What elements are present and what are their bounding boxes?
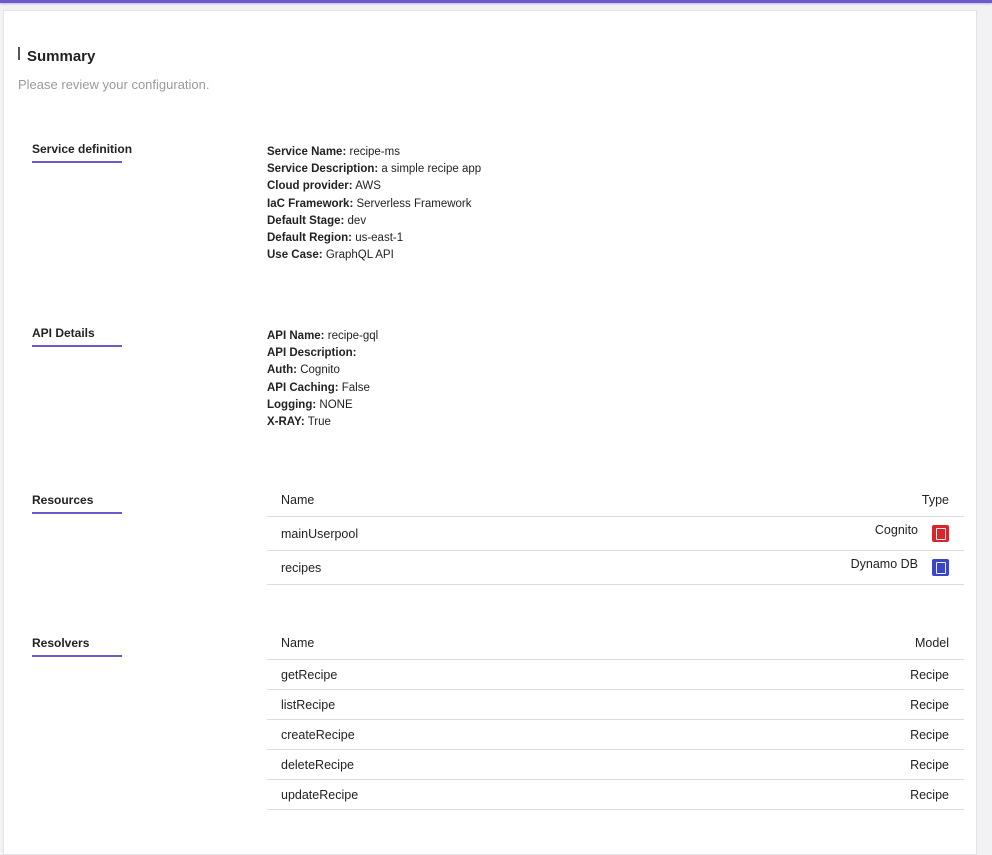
resolver-model: Recipe (910, 667, 949, 682)
field-row: Logging: NONE (267, 397, 378, 414)
field-key: Service Name: (267, 146, 347, 158)
table-row: getRecipe Recipe (267, 660, 964, 690)
field-row: API Description: (267, 345, 378, 362)
field-value: False (341, 381, 370, 394)
field-key: API Name: (267, 330, 325, 342)
field-row: Use Case: GraphQL API (267, 247, 481, 264)
resource-type-cell: Cognito (874, 522, 949, 542)
field-key: Use Case: (267, 249, 323, 262)
field-key: IaC Framework: (267, 197, 354, 210)
api-details-fields: API Name: recipe-gql API Description: Au… (267, 328, 378, 431)
field-value: AWS (355, 180, 381, 193)
section-underline (32, 655, 122, 657)
table-header: Name Type (267, 484, 964, 517)
field-row: Service Description: a simple recipe app (267, 161, 481, 178)
field-row: Cloud provider: AWS (267, 178, 481, 195)
section-label-resources: Resources (32, 493, 94, 507)
field-key: API Description: (267, 347, 357, 360)
table-row: deleteRecipe Recipe (267, 750, 964, 780)
resolver-name: getRecipe (281, 667, 338, 682)
field-key: Logging: (267, 398, 317, 411)
column-header-model: Model (914, 636, 949, 650)
table-row: recipes Dynamo DB (267, 551, 964, 585)
field-value: dev (347, 214, 367, 227)
table-row: updateRecipe Recipe (267, 780, 964, 810)
resource-type: Cognito (874, 522, 918, 537)
field-key: X-RAY: (267, 416, 305, 429)
field-value: us-east-1 (355, 232, 404, 245)
field-row: IaC Framework: Serverless Framework (267, 196, 481, 213)
table-header: Name Model (267, 627, 964, 660)
field-row: Service Name: recipe-ms (267, 144, 481, 161)
resolver-name: createRecipe (281, 727, 355, 742)
section-underline (32, 345, 122, 347)
field-key: Cloud provider: (267, 180, 353, 193)
field-key: Service Description: (267, 163, 379, 176)
resolvers-table: Name Model getRecipe Recipe listRecipe R… (267, 627, 964, 810)
summary-card: Summary Please review your configuration… (3, 10, 977, 855)
page-subtitle: Please review your configuration. (18, 77, 210, 92)
resolver-model: Recipe (910, 757, 949, 772)
resolver-name: deleteRecipe (281, 757, 354, 772)
title-marker (18, 47, 20, 60)
cognito-icon (932, 525, 949, 542)
table-row: createRecipe Recipe (267, 720, 964, 750)
column-header-name: Name (281, 493, 315, 507)
field-value: recipe-ms (349, 146, 400, 158)
dynamodb-icon (932, 559, 949, 576)
resource-name: mainUserpool (281, 526, 359, 541)
field-value: recipe-gql (327, 330, 379, 342)
table-row: mainUserpool Cognito (267, 517, 964, 551)
field-row: X-RAY: True (267, 414, 378, 431)
field-value: a simple recipe app (381, 163, 482, 176)
resource-type: Dynamo DB (850, 556, 918, 571)
column-header-type: Type (921, 493, 949, 507)
section-underline (32, 512, 122, 514)
resolver-model: Recipe (910, 787, 949, 802)
field-value: Serverless Framework (356, 197, 472, 210)
section-underline (32, 161, 122, 163)
field-value: True (307, 416, 331, 429)
page-title: Summary (27, 48, 96, 65)
resolver-name: updateRecipe (281, 787, 359, 802)
field-value: NONE (319, 398, 353, 411)
column-header-name: Name (281, 636, 315, 650)
field-row: Default Region: us-east-1 (267, 230, 481, 247)
field-key: Default Stage: (267, 214, 345, 227)
section-label-service-definition: Service definition (32, 142, 133, 156)
section-label-resolvers: Resolvers (32, 636, 90, 650)
field-row: API Name: recipe-gql (267, 328, 378, 345)
top-accent-bar (0, 0, 992, 3)
service-definition-fields: Service Name: recipe-ms Service Descript… (267, 144, 481, 264)
field-key: API Caching: (267, 381, 339, 394)
field-value: GraphQL API (325, 249, 394, 262)
field-row: Default Stage: dev (267, 213, 481, 230)
resolver-model: Recipe (910, 697, 949, 712)
resolver-name: listRecipe (281, 697, 336, 712)
field-value: Cognito (300, 364, 340, 377)
resource-type-cell: Dynamo DB (850, 556, 949, 576)
field-row: API Caching: False (267, 380, 378, 397)
field-row: Auth: Cognito (267, 362, 378, 379)
section-label-api-details: API Details (32, 326, 95, 340)
field-key: Default Region: (267, 232, 352, 245)
resources-table: Name Type mainUserpool Cognito recipes D… (267, 484, 964, 585)
field-key: Auth: (267, 364, 298, 377)
table-row: listRecipe Recipe (267, 690, 964, 720)
resolver-model: Recipe (910, 727, 949, 742)
resource-name: recipes (281, 560, 322, 575)
